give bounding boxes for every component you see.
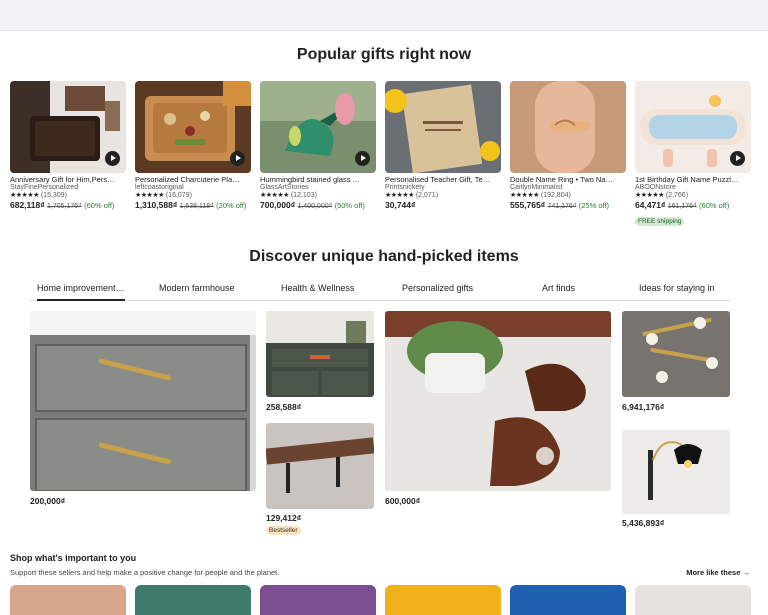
rating: ★★★★★ (16,079) <box>135 192 192 199</box>
arrow-right-icon: → <box>742 568 751 577</box>
video-play-icon[interactable] <box>105 151 120 166</box>
category-image[interactable] <box>10 585 126 615</box>
product-image[interactable] <box>635 81 751 173</box>
product-image[interactable] <box>385 81 501 173</box>
item-price: 600,000₫ <box>385 496 421 506</box>
shop-name: StayFinePersonalized <box>10 184 79 191</box>
tab-health-wellness[interactable]: Health & Wellness <box>281 283 354 293</box>
product-title[interactable]: Hummingbird stained glass … <box>260 175 376 184</box>
tab-staying-in[interactable]: Ideas for staying in <box>639 283 715 293</box>
rating: ★★★★★ (12,103) <box>260 192 317 199</box>
item-image-drawer[interactable] <box>30 311 256 491</box>
product-title[interactable]: Personalised Teacher Gift, Te… <box>385 175 501 184</box>
product-card[interactable]: Hummingbird stained glass … GlassArtStor… <box>260 81 376 210</box>
rating: ★★★★★ (2,071) <box>385 192 439 199</box>
category-tabs: Home improvement… Modern farmhouse Healt… <box>30 280 730 301</box>
stars-icon: ★★★★★ <box>135 192 164 199</box>
product-title[interactable]: Double Name Ring • Two Na… <box>510 175 626 184</box>
more-like-these-link[interactable]: More like these → <box>686 568 750 577</box>
tab-modern-farmhouse[interactable]: Modern farmhouse <box>159 283 235 293</box>
product-card[interactable]: 1st Birthday Gift Name Puzzl… ABOONstore… <box>635 81 751 228</box>
browser-top-bar <box>0 0 768 31</box>
item-price: 6,941,176₫ <box>622 402 665 412</box>
shop-name: Printsnickety <box>385 184 425 191</box>
stars-icon: ★★★★★ <box>635 192 664 199</box>
item-image-bookend[interactable] <box>385 311 611 491</box>
item-image-cabinet[interactable] <box>266 311 374 397</box>
video-play-icon[interactable] <box>355 151 370 166</box>
shop-name: CaitlynMinimalist <box>510 184 563 191</box>
tab-personalized-gifts[interactable]: Personalized gifts <box>402 283 473 293</box>
free-shipping-badge: FREE shipping <box>635 217 685 226</box>
price-line: 555,765₫ 741,176₫ (25% off) <box>510 200 610 210</box>
product-title[interactable]: Anniversary Gift for Him,Pers… <box>10 175 126 184</box>
item-price: 129,412₫ <box>266 513 302 523</box>
product-card[interactable]: Double Name Ring • Two Na… CaitlynMinima… <box>510 81 626 210</box>
discover-heading: Discover unique hand-picked items <box>249 248 519 265</box>
product-image[interactable] <box>10 81 126 173</box>
item-image-arm-lamp[interactable] <box>622 430 730 514</box>
product-title[interactable]: Personalized Charcuterie Pla… <box>135 175 251 184</box>
shop-name: leftcoastoriginal <box>135 184 184 191</box>
category-image[interactable] <box>385 585 501 615</box>
item-price: 5,436,893₫ <box>622 518 665 528</box>
stars-icon: ★★★★★ <box>260 192 289 199</box>
price-line: 30,744₫ <box>385 200 416 210</box>
price-line: 64,471₫ 161,176₫ (60% off) <box>635 200 730 210</box>
category-image[interactable] <box>510 585 626 615</box>
tab-home-improvement[interactable]: Home improvement… <box>37 283 125 301</box>
rating: ★★★★★ (15,309) <box>10 192 67 199</box>
shop-section-subtitle: Support these sellers and help make a po… <box>10 568 280 577</box>
stars-icon: ★★★★★ <box>385 192 414 199</box>
rating: ★★★★★ (2,766) <box>635 192 689 199</box>
video-play-icon[interactable] <box>230 151 245 166</box>
product-image[interactable] <box>135 81 251 173</box>
price-line: 1,310,588₫ 1,638,118₫ (20% off) <box>135 200 247 210</box>
product-image[interactable] <box>510 81 626 173</box>
product-title[interactable]: 1st Birthday Gift Name Puzzl… <box>635 175 751 184</box>
product-card[interactable]: Personalised Teacher Gift, Te… Printsnic… <box>385 81 501 210</box>
item-price: 258,588₫ <box>266 402 302 412</box>
category-image[interactable] <box>260 585 376 615</box>
shop-name: ABOONstore <box>635 184 676 191</box>
price-line: 700,000₫ 1,400,000₫ (50% off) <box>260 200 365 210</box>
popular-gifts-heading: Popular gifts right now <box>296 46 472 63</box>
item-image-wall-lamp[interactable] <box>622 311 730 397</box>
price-line: 682,118₫ 1,705,176₫ (60% off) <box>10 200 115 210</box>
item-image-shelf[interactable] <box>266 423 374 509</box>
shop-section-heading: Shop what's important to you <box>10 553 137 563</box>
stars-icon: ★★★★★ <box>510 192 539 199</box>
category-image[interactable] <box>135 585 251 615</box>
product-image[interactable] <box>260 81 376 173</box>
product-card[interactable]: Personalized Charcuterie Pla… leftcoasto… <box>135 81 251 210</box>
item-price: 200,000₫ <box>30 496 66 506</box>
category-image[interactable] <box>635 585 751 615</box>
tab-art-finds[interactable]: Art finds <box>542 283 575 293</box>
video-play-icon[interactable] <box>730 151 745 166</box>
stars-icon: ★★★★★ <box>10 192 39 199</box>
shop-name: GlassArtStories <box>260 184 309 191</box>
product-card[interactable]: Anniversary Gift for Him,Pers… StayFineP… <box>10 81 126 210</box>
rating: ★★★★★ (192,804) <box>510 192 571 199</box>
bestseller-badge: Bestseller <box>266 526 301 535</box>
